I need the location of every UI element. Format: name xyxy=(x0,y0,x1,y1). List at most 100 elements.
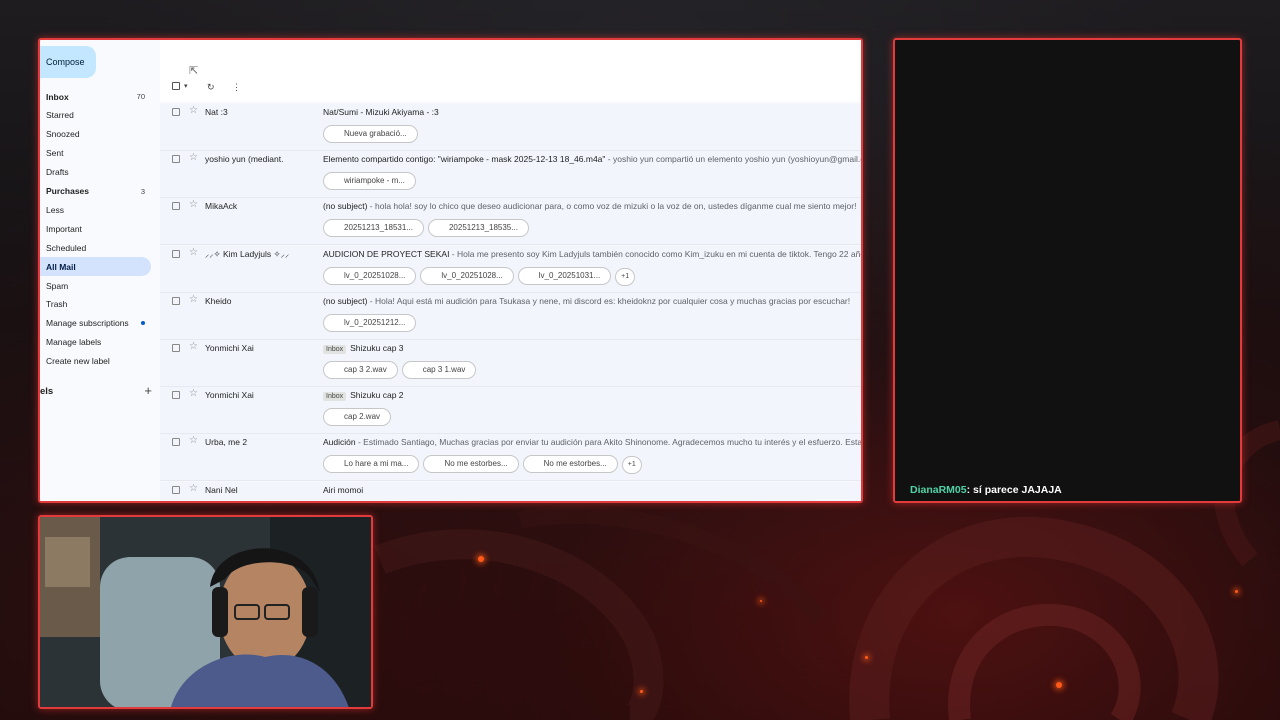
sidebar-item-sent[interactable]: Sent xyxy=(40,144,151,163)
sidebar-item-less[interactable]: Less xyxy=(40,200,151,219)
attachment-chip[interactable]: 20251213_18535... xyxy=(427,219,529,238)
email-row[interactable]: ☆ Kheido (no subject) - Hola! Aqui está mi… xyxy=(160,292,861,340)
attachment-chips: lv_0_20251028... lv_0_20251028... lv_0_202… xyxy=(323,265,639,286)
select-dropdown-icon[interactable]: ▾ xyxy=(184,82,188,90)
email-row[interactable]: ☆ Urba, me 2 Audición - Estimado Santiago,… xyxy=(160,434,861,482)
attachment-chip[interactable]: Nueva grabació... xyxy=(323,125,418,143)
sidebar-item-important[interactable]: Important xyxy=(40,219,151,238)
row-checkbox[interactable] xyxy=(172,202,180,211)
attachment-chip[interactable]: Lo hare a mi ma... xyxy=(323,455,420,474)
sidebar-item-drafts[interactable]: Drafts xyxy=(40,163,151,182)
sidebar-item-scheduled[interactable]: Scheduled xyxy=(40,238,151,257)
row-checkbox[interactable] xyxy=(172,344,180,352)
row-checkbox[interactable] xyxy=(172,108,180,116)
sidebar-item-label: Sent xyxy=(46,148,64,159)
email-subject: Audición xyxy=(323,437,356,448)
sidebar-item-snoozed[interactable]: Snoozed xyxy=(40,125,151,144)
star-icon[interactable]: ☆ xyxy=(189,483,198,495)
email-sender: Urba, me 2 xyxy=(205,437,248,448)
email-row[interactable]: ☆ Nani Nel Airi momoi xyxy=(160,481,861,501)
email-subject: AUDICION DE PROYECT SEKAI xyxy=(323,248,450,259)
email-row[interactable]: ☆ Yonmichi Xai Inbox Shizuku cap 2 cap 2.wav xyxy=(160,387,861,435)
sidebar-item-manage-subscriptions[interactable]: Manage subscriptions xyxy=(40,314,151,333)
email-row[interactable]: ☆ yoshio yun (mediant. Elemento compartido… xyxy=(160,151,861,199)
email-sender: Nani Nel xyxy=(205,484,238,495)
row-checkbox[interactable] xyxy=(172,485,180,494)
row-checkbox[interactable] xyxy=(172,249,180,258)
email-row[interactable]: ☆ Nat :3 Nat/Sumi - Mizuki Akiyama - :3 Nue… xyxy=(160,104,861,151)
select-all-checkbox[interactable] xyxy=(172,82,180,92)
star-icon[interactable]: ☆ xyxy=(189,435,198,447)
email-sender: Yonmichi Xai xyxy=(205,343,254,353)
attachment-chip[interactable]: No me estorbes... xyxy=(423,455,519,474)
attachment-chip[interactable]: cap 2.wav xyxy=(323,408,392,427)
sidebar-item-label: Purchases xyxy=(46,186,89,196)
star-icon[interactable]: ☆ xyxy=(189,294,198,306)
sidebar-item-label: Create new label xyxy=(46,356,110,367)
email-row[interactable]: ☆ MikaAck (no subject) - hola hola! soy lo… xyxy=(160,198,861,246)
email-sender: ⸝⸝✧ Kim Ladyjuls ✧⸝⸝ xyxy=(205,248,290,259)
attachment-chip[interactable]: No me estorbes... xyxy=(522,455,618,474)
email-sender: Kheido xyxy=(205,295,232,306)
email-subject: Elemento compartido contigo: "wiriampoke… xyxy=(323,154,606,165)
sidebar-item-create-new-label[interactable]: Create new label xyxy=(40,352,151,371)
attachment-chip[interactable]: lv_0_20251028... xyxy=(420,266,514,285)
star-icon[interactable]: ☆ xyxy=(189,152,198,164)
sidebar-item-label: Inbox xyxy=(46,91,69,102)
refresh-icon[interactable]: ↻ xyxy=(207,82,215,93)
sidebar-item-label: Important xyxy=(46,223,82,234)
attachment-chips: 20251213_18531... 20251213_18535... xyxy=(323,217,533,238)
row-checkbox[interactable] xyxy=(172,155,180,164)
more-options-icon[interactable]: ⋮ xyxy=(232,82,241,93)
attachment-chip[interactable]: lv_0_20251031... xyxy=(517,266,612,285)
attachment-chip[interactable]: cap 3 1.wav xyxy=(401,361,477,379)
star-icon[interactable]: ☆ xyxy=(189,247,198,259)
attachment-chip[interactable]: cap 3 2.wav xyxy=(323,361,398,379)
gmail-window: Compose Inbox 70 Starred Snoozed Sent Drafts P… xyxy=(38,38,863,503)
email-row[interactable]: ☆ ⸝⸝✧ Kim Ladyjuls ✧⸝⸝ AUDICION DE PROYECT… xyxy=(160,245,861,293)
more-attachments-badge[interactable]: +1 xyxy=(621,456,642,475)
star-icon[interactable]: ☆ xyxy=(189,341,198,353)
sidebar-item-label: Starred xyxy=(46,110,74,121)
attachment-chips: lv_0_20251212... xyxy=(323,312,420,332)
star-icon[interactable]: ☆ xyxy=(189,105,198,117)
sidebar-item-label: Snoozed xyxy=(46,129,80,140)
email-subject: (no subject) xyxy=(323,295,368,306)
add-label-icon[interactable]: + xyxy=(144,383,152,398)
sidebar-item-inbox[interactable]: Inbox 70 xyxy=(40,87,151,106)
email-snippet: - Hola! Aqui está mi audición para Tsuka… xyxy=(367,295,851,306)
compose-button[interactable]: Compose xyxy=(40,46,96,78)
sidebar-item-label: Manage labels xyxy=(46,337,102,348)
sidebar-item-trash[interactable]: Trash xyxy=(40,295,151,314)
email-sender: MikaAck xyxy=(205,201,238,212)
sidebar-item-purchases[interactable]: Purchases 3 xyxy=(40,182,151,201)
star-icon[interactable]: ☆ xyxy=(189,388,198,400)
email-subject: Nat/Sumi - Mizuki Akiyama - :3 xyxy=(323,107,439,117)
mouse-cursor-icon: ⇱ xyxy=(189,65,199,77)
ember-particle xyxy=(760,600,762,602)
sidebar-item-label: Drafts xyxy=(46,167,69,178)
attachment-chips: wiriampoke - m... xyxy=(323,170,420,191)
sidebar-item-count: 70 xyxy=(136,92,145,101)
email-row[interactable]: ☆ Yonmichi Xai Inbox Shizuku cap 3 cap 3 2.w… xyxy=(160,340,861,387)
labels-heading: els xyxy=(40,386,54,397)
row-checkbox[interactable] xyxy=(172,438,180,447)
row-checkbox[interactable] xyxy=(172,391,180,400)
mail-toolbar: ⇱ ▾ ↻ ⋮ xyxy=(160,40,861,102)
sidebar-item-spam[interactable]: Spam xyxy=(40,276,151,295)
sidebar-item-all-mail[interactable]: All Mail xyxy=(40,257,151,277)
email-subject-line: Audición - Estimado Santiago, Muchas gra… xyxy=(323,437,861,447)
star-icon[interactable]: ☆ xyxy=(189,199,198,211)
attachment-chip[interactable]: lv_0_20251028... xyxy=(323,266,417,285)
email-sender: yoshio yun (mediant. xyxy=(205,154,284,165)
attachment-chip[interactable]: lv_0_20251212... xyxy=(323,313,417,332)
sidebar-item-manage-labels[interactable]: Manage labels xyxy=(40,333,151,352)
email-subject-line: Elemento compartido contigo: "wiriampoke… xyxy=(323,154,861,164)
webcam-image xyxy=(40,517,371,707)
attachment-chip[interactable]: 20251213_18531... xyxy=(323,219,424,238)
sidebar-item-starred[interactable]: Starred xyxy=(40,106,151,125)
row-checkbox[interactable] xyxy=(172,296,180,305)
more-attachments-badge[interactable]: +1 xyxy=(615,267,636,286)
email-snippet: - Estimado Santiago, Muchas gracias por … xyxy=(355,437,861,448)
attachment-chip[interactable]: wiriampoke - m... xyxy=(323,172,416,191)
